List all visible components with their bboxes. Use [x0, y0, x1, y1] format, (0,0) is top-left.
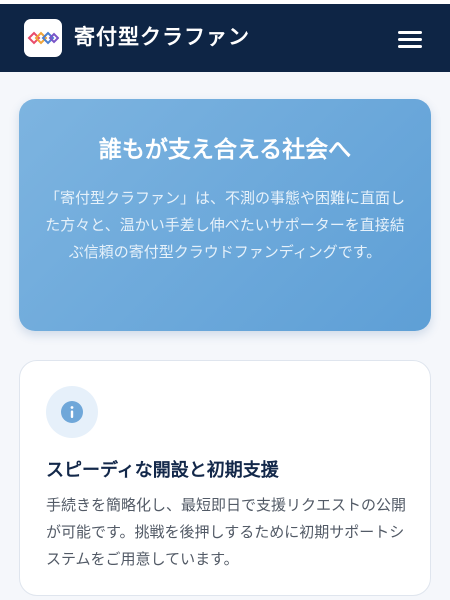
menu-bar: [398, 45, 422, 48]
top-header: 寄付型クラファン: [0, 0, 450, 72]
feature-title: スピーディな開設と初期支援: [46, 460, 279, 481]
info-icon-badge: [46, 386, 98, 438]
info-icon: [61, 401, 83, 423]
hamburger-menu-icon[interactable]: [398, 28, 422, 50]
hero-description: 「寄付型クラファン」は、不測の事態や困難に直面した方々と、温かい手差し伸べたいサ…: [44, 189, 405, 261]
interlocking-rings-logo-icon: [27, 31, 59, 45]
feature-description: 手続きを簡略化し、最短即日で支援リクエストの公開が可能です。挑戦を後押しするため…: [46, 496, 407, 568]
menu-bar: [398, 31, 422, 34]
menu-bar: [398, 38, 422, 41]
logo[interactable]: [24, 19, 62, 57]
brand-name[interactable]: 寄付型クラファン: [74, 21, 250, 51]
hero-banner: 誰もが支え合える社会へ 「寄付型クラファン」は、不測の事態や困難に直面した方々と…: [19, 99, 431, 331]
feature-card: スピーディな開設と初期支援 手続きを簡略化し、最短即日で支援リクエストの公開が可…: [19, 360, 431, 596]
hero-title: 誰もが支え合える社会へ: [98, 137, 352, 163]
